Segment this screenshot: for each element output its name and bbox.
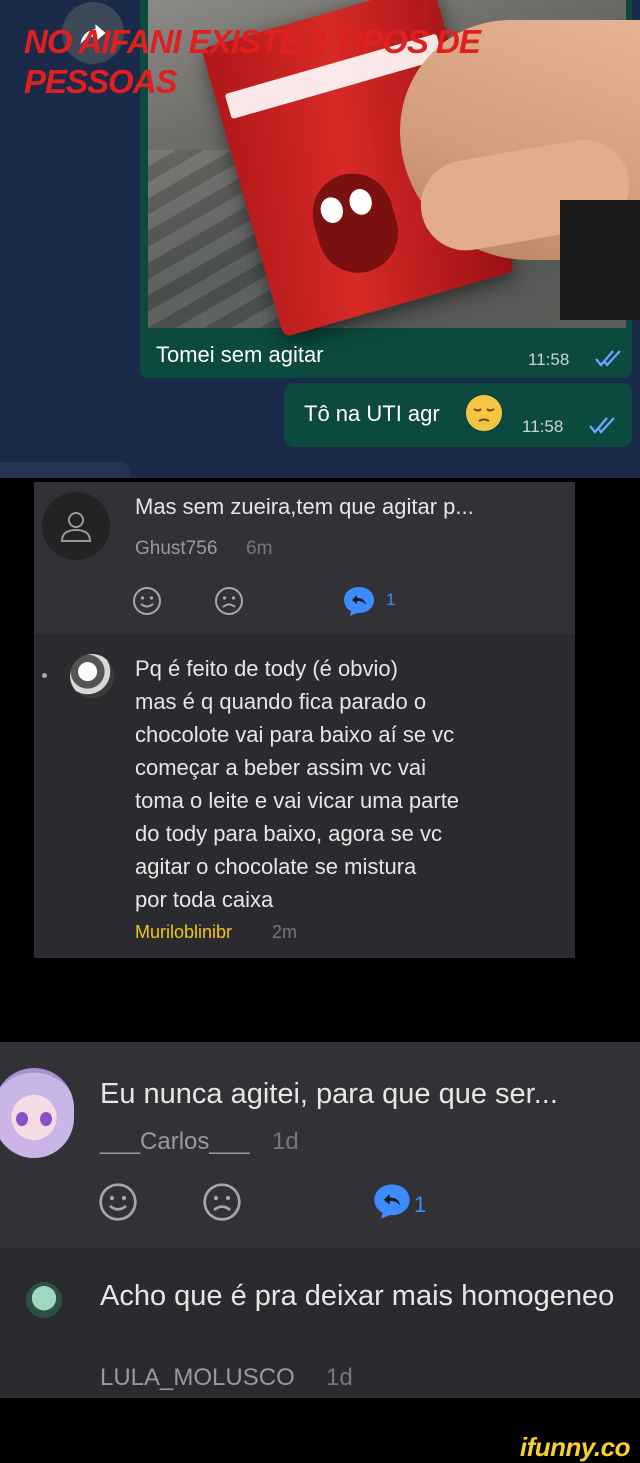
avatar[interactable]: [26, 1282, 62, 1318]
comment-text: Eu nunca agitei, para que que ser...: [100, 1078, 558, 1110]
reply-count[interactable]: 1: [386, 590, 395, 610]
frown-icon[interactable]: [214, 586, 244, 616]
double-check-icon: [595, 350, 621, 367]
reply-indicator: [42, 673, 47, 678]
reply-count[interactable]: 1: [414, 1192, 426, 1218]
comment: Eu nunca agitei, para que que ser... ___…: [0, 1042, 640, 1248]
photo-caption: Tomei sem agitar: [156, 342, 324, 367]
reply-text: Acho que é pra deixar mais homogeneo: [100, 1280, 615, 1312]
comments-panel: Mas sem zueira,tem que agitar p... Ghust…: [34, 482, 575, 958]
frown-icon[interactable]: [202, 1182, 242, 1222]
reply-username[interactable]: LULA_MOLUSCO: [100, 1364, 295, 1392]
mascot-eye: [317, 194, 346, 226]
carton-mascot: [303, 164, 408, 283]
reply-icon[interactable]: [342, 585, 376, 617]
comments-panel: Eu nunca agitei, para que que ser... ___…: [0, 1042, 640, 1398]
mascot-eye: [346, 186, 375, 218]
smile-icon[interactable]: [98, 1182, 138, 1222]
reply-icon[interactable]: [372, 1182, 412, 1220]
reply-age: 1d: [326, 1364, 353, 1391]
pensive-face-icon: [466, 395, 502, 431]
comment-username[interactable]: ___Carlos___: [100, 1128, 249, 1156]
comment-text: Mas sem zueira,tem que agitar p...: [135, 494, 474, 519]
avatar[interactable]: [42, 492, 110, 560]
smile-icon[interactable]: [132, 586, 162, 616]
avatar[interactable]: [0, 1068, 74, 1158]
message-text: Tô na UTI agr: [304, 401, 440, 426]
comment: Mas sem zueira,tem que agitar p... Ghust…: [34, 482, 575, 634]
text-message-bubble[interactable]: Tô na UTI agr 11:58: [284, 383, 632, 447]
comment-username[interactable]: Ghust756: [135, 538, 217, 560]
avatar[interactable]: [70, 654, 114, 698]
double-check-icon: [589, 417, 615, 434]
avatar-eye: [40, 1112, 52, 1126]
message-time: 11:58: [528, 350, 570, 369]
user-placeholder-icon: [60, 512, 92, 542]
reply-text: Pq é feito de tody (é obvio) mas é q qua…: [135, 656, 460, 912]
comment-age: 1d: [272, 1128, 299, 1155]
comment-age: 6m: [246, 538, 273, 559]
message-time: 11:58: [522, 417, 564, 436]
chat-edge: [0, 462, 130, 478]
reply-age: 2m: [272, 922, 298, 942]
ifunny-watermark: ifunny.co: [519, 1432, 631, 1462]
chat-screenshot: NO AIFANI EXISTE 2 TIPOS DE PESSOAS Tome…: [0, 0, 640, 478]
avatar-eye: [16, 1112, 28, 1126]
reply-username[interactable]: Muriloblinibr: [135, 922, 232, 943]
sleeve: [560, 200, 640, 320]
meme-title: NO AIFANI EXISTE 2 TIPOS DE PESSOAS: [24, 23, 481, 100]
